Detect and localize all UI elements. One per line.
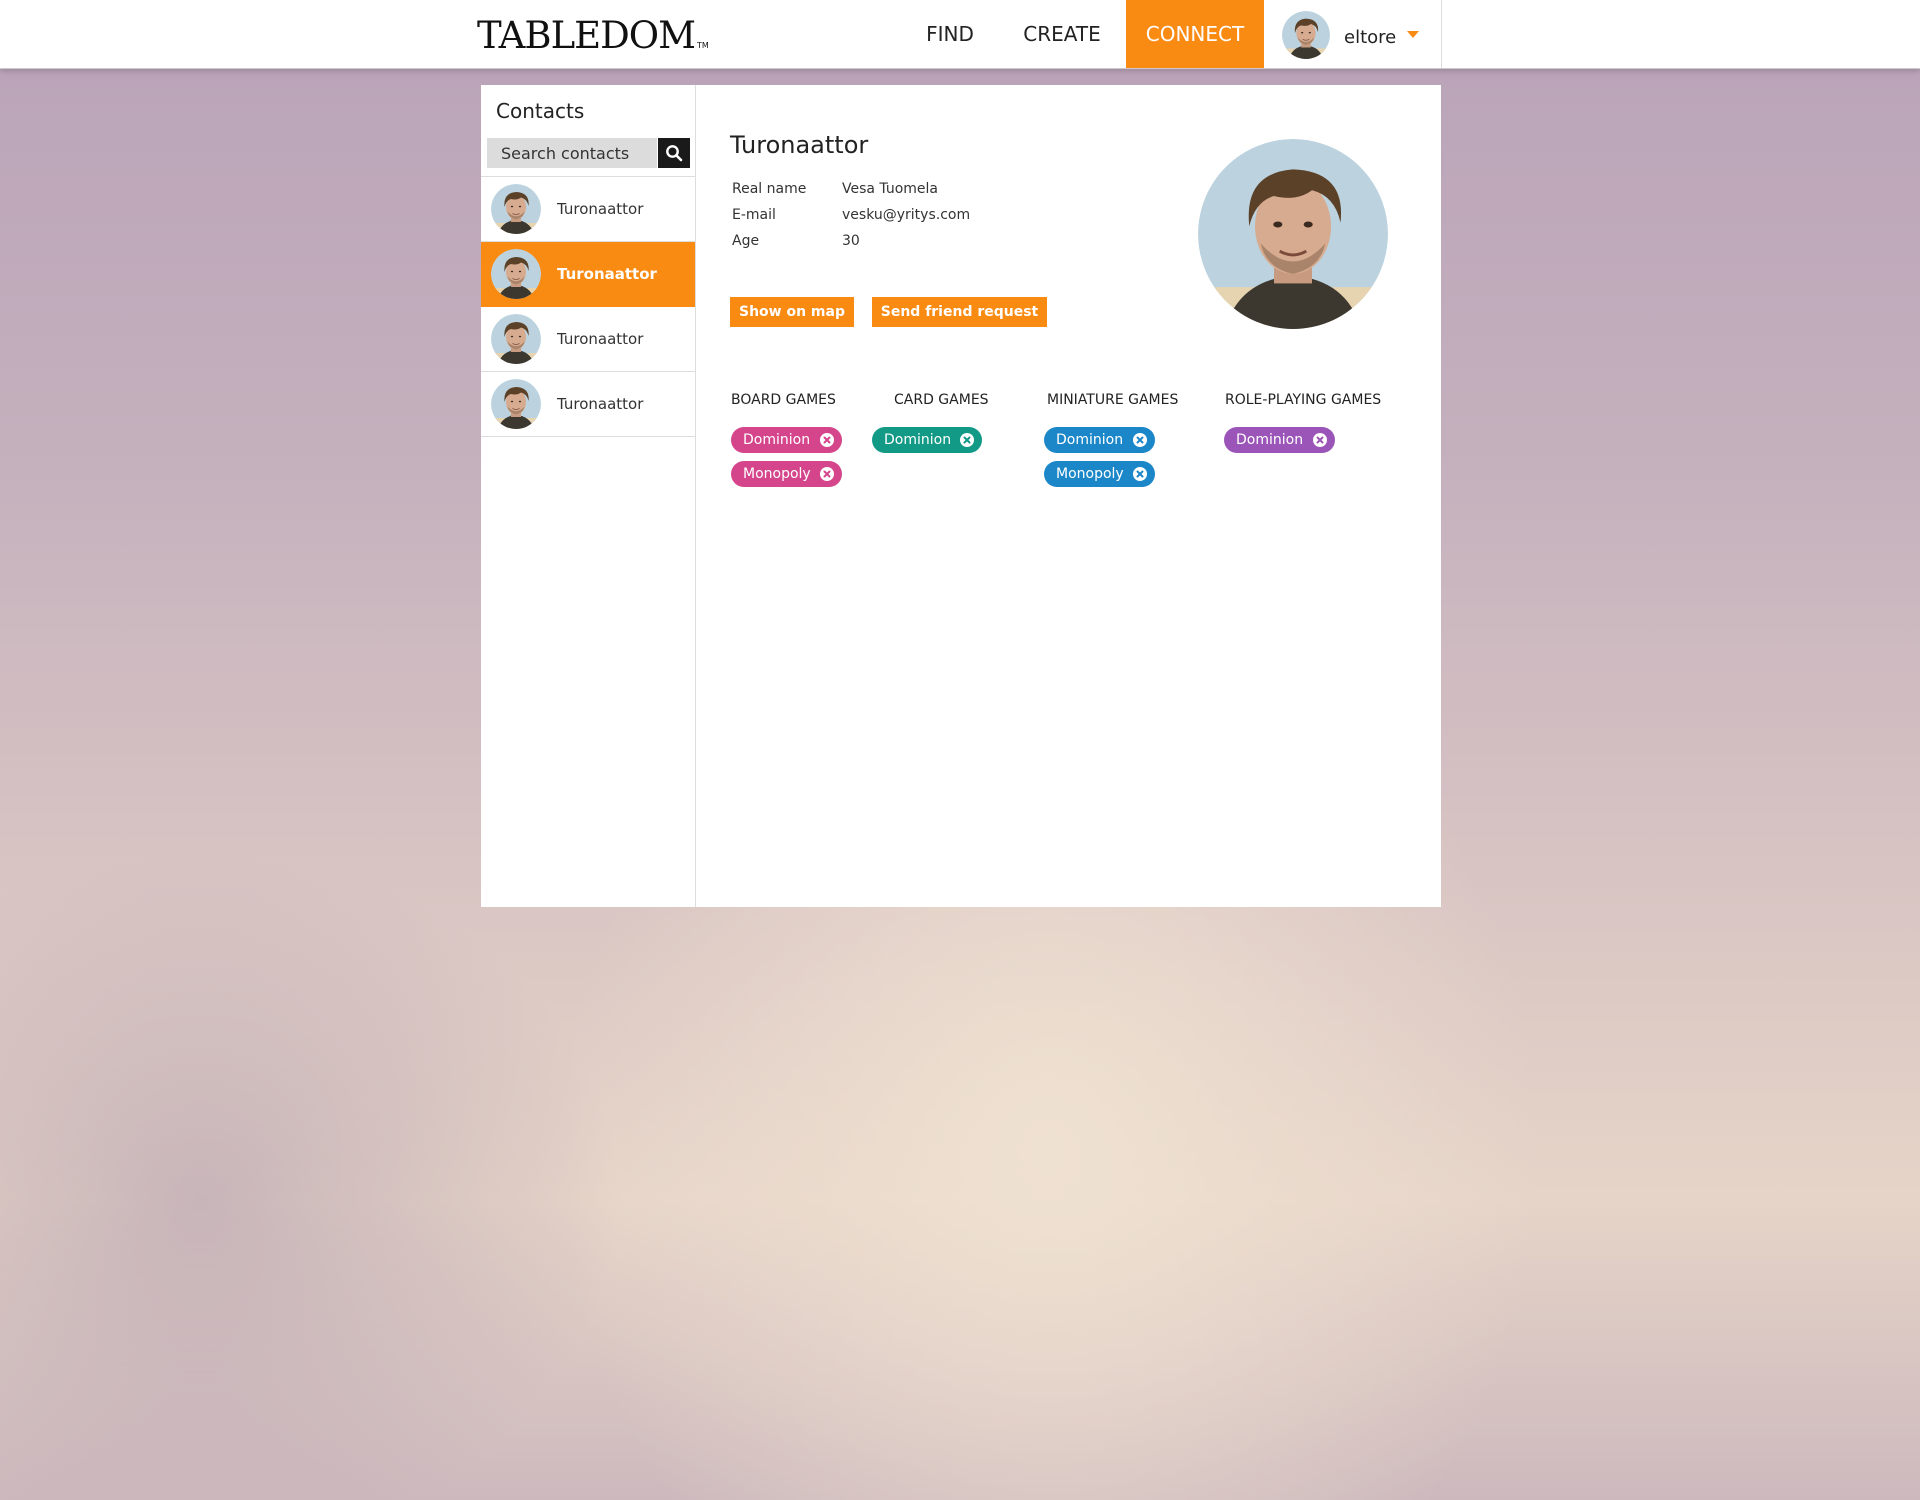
nav-find[interactable]: FIND [910, 0, 990, 68]
contact-name: Turonaattor [557, 265, 657, 283]
main-panel: Contacts Turonaattor Turonaattor Turonaa… [481, 85, 1441, 907]
game-tag-label: Monopoly [1056, 466, 1124, 482]
remove-tag-icon[interactable] [820, 433, 834, 447]
contact-name: Turonaattor [557, 200, 644, 218]
contact-item[interactable]: Turonaattor [481, 307, 695, 372]
game-tag[interactable]: Monopoly [1044, 461, 1155, 487]
info-label: Age [732, 233, 760, 249]
search-input[interactable] [487, 138, 657, 168]
info-value: 30 [842, 233, 860, 249]
game-tag[interactable]: Dominion [872, 427, 982, 453]
remove-tag-icon[interactable] [1133, 433, 1147, 447]
info-row-age: Age 30 [730, 233, 1050, 259]
category-title-miniature-games: MINIATURE GAMES [1047, 392, 1179, 408]
logo-text: TABLEDOM [477, 14, 696, 57]
search-button[interactable] [658, 138, 690, 168]
game-tag[interactable]: Dominion [1224, 427, 1335, 453]
contact-list: Turonaattor Turonaattor Turonaattor Turo… [481, 176, 695, 437]
remove-tag-icon[interactable] [820, 467, 834, 481]
contact-item-selected[interactable]: Turonaattor [481, 242, 695, 307]
game-tag-label: Dominion [1236, 432, 1304, 448]
contact-name: Turonaattor [557, 395, 644, 413]
search-box [487, 138, 657, 168]
info-row-email: E-mail vesku@yritys.com [730, 207, 1050, 233]
profile-info: Real name Vesa Tuomela E-mail vesku@yrit… [730, 181, 1050, 259]
info-label: Real name [732, 181, 807, 197]
game-tag-label: Monopoly [743, 466, 811, 482]
logo-trademark: TM [697, 41, 709, 50]
search-icon [666, 145, 683, 162]
game-tag-label: Dominion [884, 432, 952, 448]
show-on-map-button[interactable]: Show on map [730, 297, 854, 327]
contact-avatar [491, 314, 541, 364]
info-row-real-name: Real name Vesa Tuomela [730, 181, 1050, 207]
game-tag[interactable]: Monopoly [731, 461, 842, 487]
contact-item[interactable]: Turonaattor [481, 177, 695, 242]
info-label: E-mail [732, 207, 776, 223]
contacts-title: Contacts [496, 99, 585, 123]
info-value: vesku@yritys.com [842, 207, 971, 223]
user-name: eltore [1344, 27, 1397, 48]
profile-photo [1198, 139, 1388, 329]
remove-tag-icon[interactable] [960, 433, 974, 447]
nav-connect[interactable]: CONNECT [1126, 0, 1264, 68]
category-title-card-games: CARD GAMES [894, 392, 989, 408]
send-friend-request-button[interactable]: Send friend request [872, 297, 1047, 327]
contact-item[interactable]: Turonaattor [481, 372, 695, 437]
game-tag-label: Dominion [743, 432, 811, 448]
info-value: Vesa Tuomela [842, 181, 939, 197]
category-title-role-playing-games: ROLE-PLAYING GAMES [1225, 392, 1382, 408]
user-menu[interactable]: eltore [1264, 0, 1442, 68]
contact-name: Turonaattor [557, 330, 644, 348]
remove-tag-icon[interactable] [1313, 433, 1327, 447]
contact-avatar [491, 184, 541, 234]
contact-avatar [491, 379, 541, 429]
category-title-board-games: BOARD GAMES [731, 392, 836, 408]
game-tag[interactable]: Dominion [1044, 427, 1155, 453]
user-avatar [1282, 11, 1330, 59]
tabledom-logo[interactable]: TABLEDOM TM [477, 14, 709, 58]
profile-name: Turonaattor [730, 131, 869, 159]
contact-avatar [491, 249, 541, 299]
top-navigation-bar: TABLEDOM TM FIND CREATE CONNECT eltore [0, 0, 1920, 69]
nav-create[interactable]: CREATE [1010, 0, 1114, 68]
contacts-sidebar: Contacts Turonaattor Turonaattor Turonaa… [481, 85, 696, 907]
game-tag-label: Dominion [1056, 432, 1124, 448]
game-tag[interactable]: Dominion [731, 427, 842, 453]
caret-down-icon[interactable] [1407, 31, 1419, 39]
remove-tag-icon[interactable] [1133, 467, 1147, 481]
profile-panel: Turonaattor Real name Vesa Tuomela E-mai… [696, 85, 1441, 907]
